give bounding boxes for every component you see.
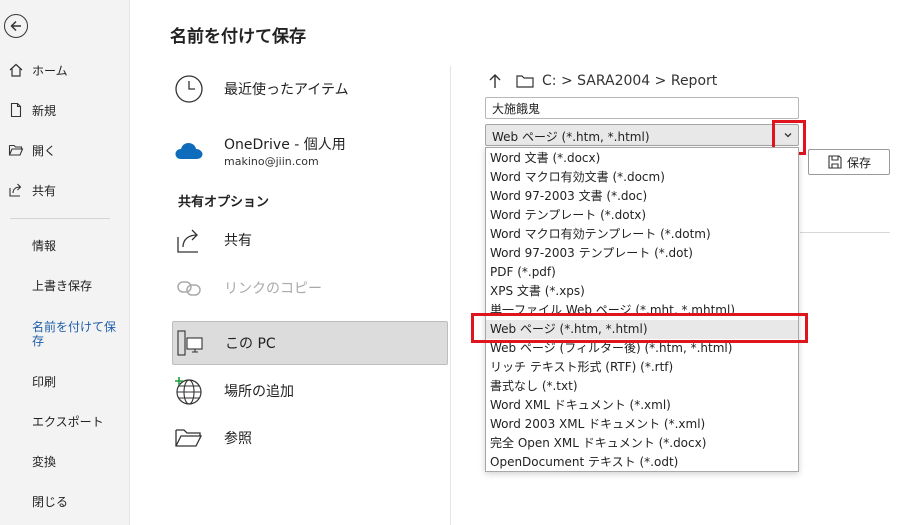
filetype-option[interactable]: Word 97-2003 文書 (*.doc) (486, 187, 798, 206)
back-button[interactable] (4, 14, 28, 38)
location-share[interactable]: 共有 (172, 222, 448, 258)
filetype-option[interactable]: 書式なし (*.txt) (486, 377, 798, 396)
location-add-place[interactable]: 場所の追加 (172, 372, 448, 410)
location-label: 最近使ったアイテム (224, 82, 349, 98)
nav-item-close[interactable]: 閉じる (32, 495, 122, 509)
nav-item-label: 共有 (32, 183, 57, 198)
filetype-option[interactable]: リッチ テキスト形式 (RTF) (*.rtf) (486, 358, 798, 377)
filetype-option[interactable]: Word 2003 XML ドキュメント (*.xml) (486, 415, 798, 434)
share-icon (8, 182, 24, 198)
location-copy-link[interactable]: リンクのコピー (172, 270, 448, 306)
save-button[interactable]: 保存 (808, 149, 890, 175)
location-label: 参照 (224, 431, 252, 447)
location-recent[interactable]: 最近使ったアイテム (172, 71, 448, 107)
filetype-option[interactable]: Word 97-2003 テンプレート (*.dot) (486, 244, 798, 263)
link-icon (172, 271, 206, 305)
page-title: 名前を付けて保存 (170, 27, 306, 47)
location-browse[interactable]: 参照 (172, 420, 448, 456)
nav-item-export[interactable]: エクスポート (32, 415, 122, 429)
filetype-select[interactable]: Web ページ (*.htm, *.html) (485, 124, 799, 146)
account-email: makino@jiin.com (224, 155, 319, 168)
location-label: 共有 (224, 233, 252, 249)
share-options-heading: 共有オプション (178, 195, 270, 210)
filename-input[interactable]: 大施餓鬼 (485, 97, 799, 119)
nav-divider (10, 218, 110, 219)
location-label: 場所の追加 (224, 384, 294, 400)
nav-item-save-as[interactable]: 名前を付けて保存 (32, 320, 122, 348)
clock-icon (172, 72, 206, 106)
computer-icon (173, 326, 207, 360)
divider (800, 232, 890, 233)
filetype-option[interactable]: Word 文書 (*.docx) (486, 149, 798, 168)
location-label: この PC (225, 336, 276, 352)
nav-item-home[interactable]: ホーム (0, 52, 129, 88)
breadcrumb: C: > SARA2004 > Report (488, 70, 717, 92)
filetype-option[interactable]: Word マクロ有効文書 (*.docm) (486, 168, 798, 187)
filetype-option[interactable]: Word XML ドキュメント (*.xml) (486, 396, 798, 415)
home-icon (8, 62, 24, 78)
filetype-option[interactable]: Word マクロ有効テンプレート (*.dotm) (486, 225, 798, 244)
nav-item-convert[interactable]: 変換 (32, 455, 122, 469)
new-document-icon (8, 102, 24, 118)
nav-item-label: 開く (32, 143, 57, 158)
path-text[interactable]: C: > SARA2004 > Report (542, 73, 717, 89)
filetype-option[interactable]: PDF (*.pdf) (486, 263, 798, 282)
highlight-box-option (471, 313, 808, 343)
nav-item-new[interactable]: 新規 (0, 92, 129, 128)
location-label: リンクのコピー (224, 281, 322, 297)
nav-item-label: ホーム (32, 63, 68, 78)
save-icon (828, 155, 842, 169)
nav-item-share[interactable]: 共有 (0, 172, 129, 208)
filetype-dropdown-list: Word 文書 (*.docx) Word マクロ有効文書 (*.docm) W… (485, 147, 799, 472)
globe-add-icon (172, 374, 206, 408)
folder-icon (172, 421, 206, 455)
filetype-option[interactable]: OpenDocument テキスト (*.odt) (486, 453, 798, 472)
location-onedrive[interactable]: OneDrive - 個人用 makino@jiin.com (172, 131, 448, 171)
nav-item-save[interactable]: 上書き保存 (32, 279, 122, 293)
folder-open-icon (8, 142, 24, 158)
filetype-option[interactable]: Word テンプレート (*.dotx) (486, 206, 798, 225)
nav-item-label: 新規 (32, 103, 57, 118)
cloud-icon (172, 134, 206, 168)
nav-item-info[interactable]: 情報 (32, 239, 122, 253)
column-separator (450, 66, 451, 525)
save-label: 保存 (846, 155, 871, 170)
share-icon (172, 223, 206, 257)
folder-icon (516, 74, 534, 88)
filetype-option[interactable]: 完全 Open XML ドキュメント (*.docx) (486, 434, 798, 453)
nav-item-open[interactable]: 開く (0, 132, 129, 168)
location-label: OneDrive - 個人用 (224, 137, 346, 153)
nav-item-print[interactable]: 印刷 (32, 375, 122, 389)
location-this-pc[interactable]: この PC (172, 321, 448, 365)
backstage-nav: ホーム 新規 開く 共有 情報 上書き保存 名前を付けて保存 印刷 エクスポート… (0, 0, 130, 525)
back-arrow-icon (10, 20, 21, 32)
filetype-option[interactable]: XPS 文書 (*.xps) (486, 282, 798, 301)
up-arrow-icon[interactable] (488, 73, 502, 89)
